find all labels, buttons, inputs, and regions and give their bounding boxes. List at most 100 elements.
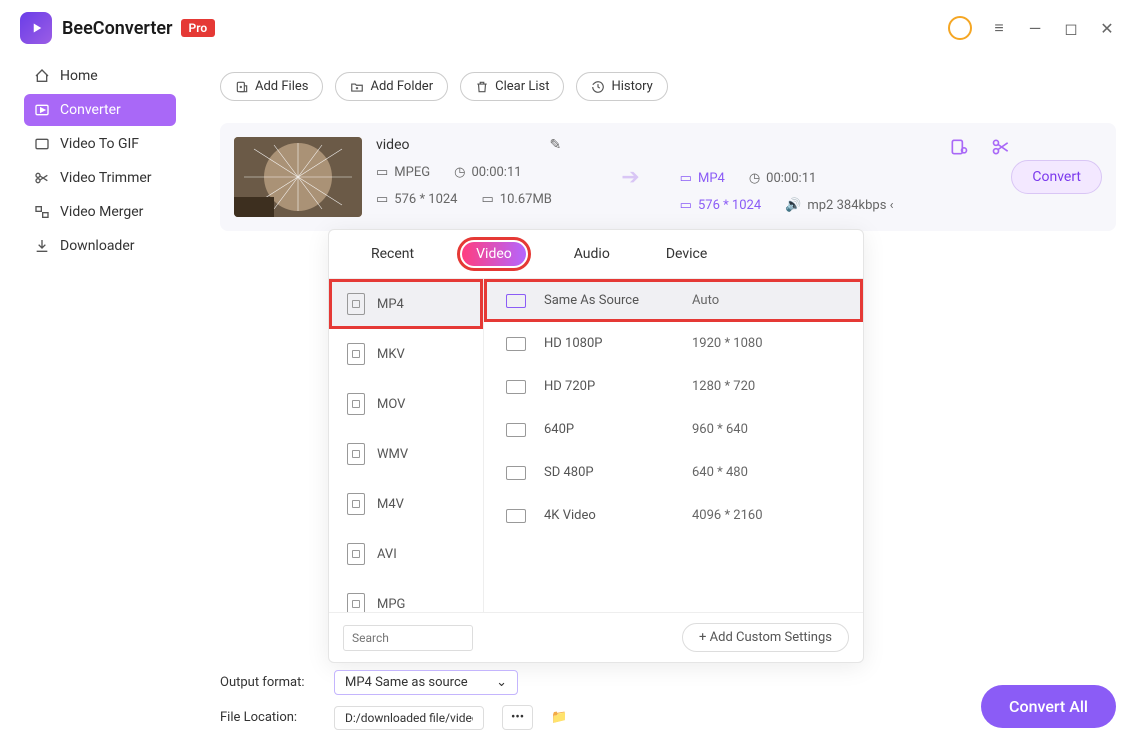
pro-badge: Pro — [181, 19, 216, 37]
sidebar-item-label: Video To GIF — [60, 136, 139, 152]
out-audio: mp2 384kbps ‹ — [807, 198, 893, 213]
src-size: 10.67MB — [500, 192, 552, 207]
format-icon: ▭ — [376, 165, 388, 180]
format-item-avi[interactable]: AVI — [329, 529, 483, 579]
add-folder-button[interactable]: Add Folder — [335, 72, 448, 101]
resolution-item-1080p[interactable]: HD 1080P1920 * 1080 — [484, 322, 863, 365]
home-icon — [34, 68, 50, 84]
convert-all-button[interactable]: Convert All — [981, 685, 1116, 728]
src-format: MPEG — [394, 165, 430, 180]
app-logo — [20, 12, 52, 44]
video-item-card: video ✎ ▭ MPEG ◷ 00:00:11 ▭ 576 * 1024 ▭ 10.6… — [220, 123, 1116, 231]
close-icon[interactable]: ✕ — [1098, 19, 1116, 38]
file-icon — [347, 543, 365, 565]
output-format-select[interactable]: MP4 Same as source⌄ — [334, 670, 518, 695]
video-icon — [506, 380, 526, 394]
format-popup: Recent Video Audio Device MP4 MKV MOV WM… — [328, 229, 864, 663]
file-icon — [347, 343, 365, 365]
format-item-wmv[interactable]: WMV — [329, 429, 483, 479]
format-list[interactable]: MP4 MKV MOV WMV M4V AVI MPG — [329, 279, 484, 612]
toolbar: Add Files Add Folder Clear List History — [220, 72, 1116, 101]
video-icon — [506, 423, 526, 437]
resolution-item-640p[interactable]: 640P960 * 640 — [484, 408, 863, 451]
sidebar-item-label: Downloader — [60, 238, 135, 254]
video-name: video — [376, 137, 410, 153]
video-icon — [506, 466, 526, 480]
dims-icon: ▭ — [376, 192, 388, 207]
output-format-label: Output format: — [220, 675, 316, 690]
resolution-item-same[interactable]: Same As SourceAuto — [484, 279, 863, 322]
src-duration: 00:00:11 — [471, 165, 521, 180]
sidebar-item-video-to-gif[interactable]: Video To GIF — [24, 128, 176, 160]
add-files-button[interactable]: Add Files — [220, 72, 323, 101]
sidebar-item-home[interactable]: Home — [24, 60, 176, 92]
format-item-m4v[interactable]: M4V — [329, 479, 483, 529]
format-item-mpg[interactable]: MPG — [329, 579, 483, 612]
out-dims-icon: ▭ — [680, 198, 692, 213]
format-item-mov[interactable]: MOV — [329, 379, 483, 429]
converter-icon — [34, 102, 50, 118]
format-item-mp4[interactable]: MP4 — [329, 279, 483, 329]
sidebar-item-converter[interactable]: Converter — [24, 94, 176, 126]
audio-icon: 🔊 — [785, 198, 801, 213]
out-dims: 576 * 1024 — [698, 198, 761, 213]
src-dims: 576 * 1024 — [394, 192, 457, 207]
merger-icon — [34, 204, 50, 220]
popup-footer: + Add Custom Settings — [329, 612, 863, 662]
clear-list-button[interactable]: Clear List — [460, 72, 564, 101]
history-button[interactable]: History — [576, 72, 667, 101]
sidebar-item-video-trimmer[interactable]: Video Trimmer — [24, 162, 176, 194]
more-button[interactable]: ••• — [502, 705, 533, 730]
sidebar-item-label: Video Merger — [60, 204, 143, 220]
out-format: MP4 — [698, 171, 725, 186]
chevron-down-icon: ⌄ — [496, 675, 507, 690]
tab-video[interactable]: Video — [462, 242, 526, 266]
video-icon — [506, 294, 526, 308]
app-name: BeeConverter — [62, 18, 173, 39]
minimize-icon[interactable]: — — [1026, 19, 1044, 38]
cut-icon[interactable] — [991, 137, 1011, 157]
sidebar-item-label: Home — [60, 68, 98, 84]
file-location-label: File Location: — [220, 710, 316, 725]
video-thumbnail[interactable] — [234, 137, 362, 217]
convert-button[interactable]: Convert — [1011, 160, 1102, 194]
resolution-item-720p[interactable]: HD 720P1280 * 720 — [484, 365, 863, 408]
trimmer-icon — [34, 170, 50, 186]
tab-recent[interactable]: Recent — [363, 242, 422, 266]
resolution-list[interactable]: Same As SourceAuto HD 1080P1920 * 1080 H… — [484, 279, 863, 612]
file-icon — [347, 593, 365, 612]
out-format-icon: ▭ — [680, 171, 692, 186]
sidebar-item-label: Video Trimmer — [60, 170, 152, 186]
file-icon — [347, 443, 365, 465]
sidebar-item-video-merger[interactable]: Video Merger — [24, 196, 176, 228]
popup-tabs: Recent Video Audio Device — [329, 230, 863, 279]
clock-icon: ◷ — [454, 165, 465, 180]
file-location-field[interactable]: D:/downloaded file/video/ — [334, 706, 484, 730]
format-item-mkv[interactable]: MKV — [329, 329, 483, 379]
maximize-icon[interactable]: ◻ — [1062, 19, 1080, 38]
bottom-bar: Output format: MP4 Same as source⌄ File … — [200, 670, 1136, 740]
size-icon: ▭ — [482, 192, 494, 207]
sidebar-item-downloader[interactable]: Downloader — [24, 230, 176, 262]
add-custom-settings-button[interactable]: + Add Custom Settings — [682, 623, 849, 652]
arrow-right-icon: ➔ — [621, 165, 639, 190]
download-icon — [34, 238, 50, 254]
settings-icon[interactable] — [949, 137, 969, 157]
folder-open-icon[interactable]: 📁 — [551, 710, 567, 725]
file-icon — [347, 493, 365, 515]
menu-icon[interactable]: ≡ — [990, 18, 1008, 38]
edit-icon[interactable]: ✎ — [550, 137, 562, 153]
sidebar: Home Converter Video To GIF Video Trimme… — [0, 56, 200, 268]
resolution-item-4k[interactable]: 4K Video4096 * 2160 — [484, 494, 863, 537]
tab-audio[interactable]: Audio — [566, 242, 618, 266]
sidebar-item-label: Converter — [60, 102, 121, 118]
video-icon — [506, 337, 526, 351]
format-search-input[interactable] — [343, 625, 473, 651]
clock-icon: ◷ — [749, 171, 760, 186]
video-icon — [506, 509, 526, 523]
tab-device[interactable]: Device — [658, 242, 715, 266]
out-duration: 00:00:11 — [766, 171, 816, 186]
user-avatar-icon[interactable] — [948, 16, 972, 40]
file-icon — [347, 293, 365, 315]
resolution-item-480p[interactable]: SD 480P640 * 480 — [484, 451, 863, 494]
